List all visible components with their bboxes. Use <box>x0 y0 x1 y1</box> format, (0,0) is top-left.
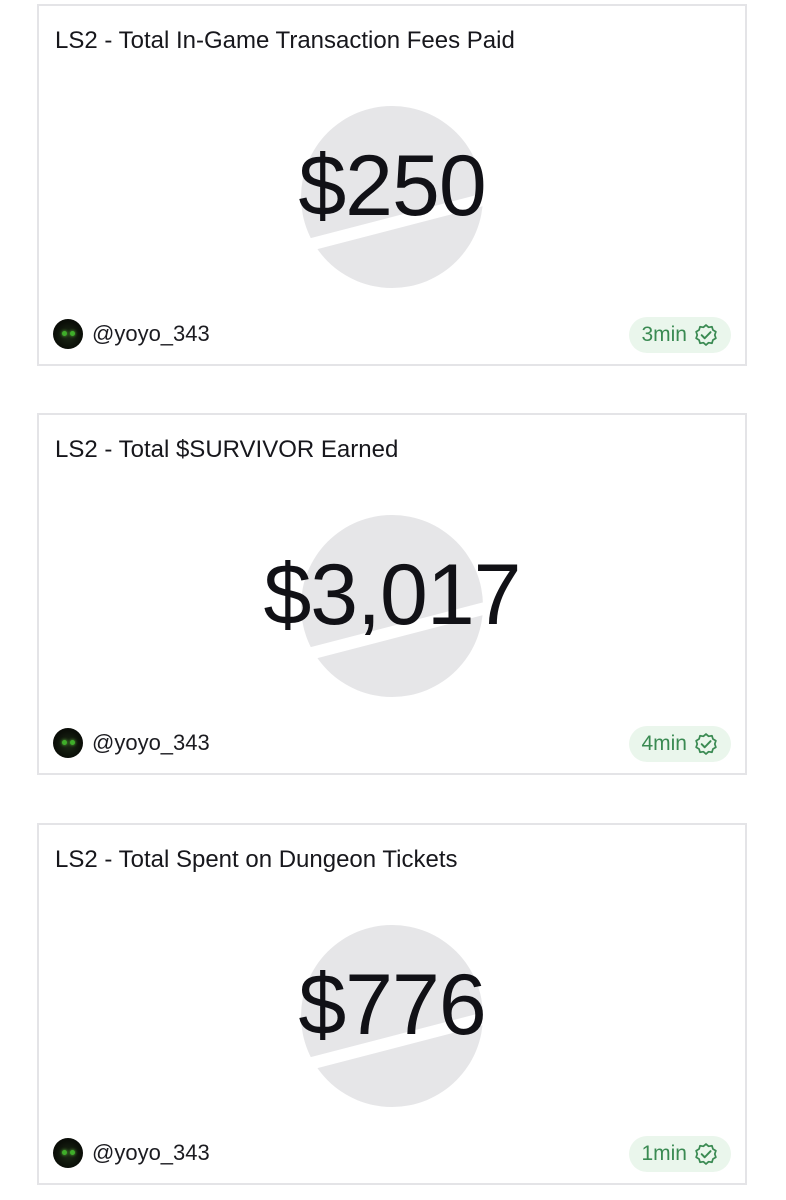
card-value: $250 <box>298 138 486 234</box>
card-title: LS2 - Total In-Game Transaction Fees Pai… <box>55 27 515 54</box>
author-name: @yoyo_343 <box>92 730 210 755</box>
card-title: LS2 - Total $SURVIVOR Earned <box>55 436 399 463</box>
time-label: 1min <box>641 1142 687 1165</box>
avatar <box>53 319 83 349</box>
card-title: LS2 - Total Spent on Dungeon Tickets <box>55 846 458 873</box>
verified-check-icon <box>695 324 717 346</box>
card-value: $776 <box>298 957 486 1053</box>
counter-card[interactable]: LS2 - Total Spent on Dungeon Tickets $77… <box>37 823 747 1185</box>
avatar <box>53 728 83 758</box>
verified-check-icon <box>695 733 717 755</box>
verified-check-icon <box>695 1143 717 1165</box>
author-name: @yoyo_343 <box>92 1140 210 1165</box>
time-label: 3min <box>641 323 687 346</box>
time-badge: 3min <box>629 317 731 353</box>
avatar <box>53 1138 83 1168</box>
time-badge: 4min <box>629 726 731 762</box>
author-link[interactable]: @yoyo_343 <box>53 318 210 350</box>
card-value: $3,017 <box>263 547 521 643</box>
author-link[interactable]: @yoyo_343 <box>53 1137 210 1169</box>
counter-card[interactable]: LS2 - Total $SURVIVOR Earned $3,017 @yoy… <box>37 413 747 775</box>
time-badge: 1min <box>629 1136 731 1172</box>
author-link[interactable]: @yoyo_343 <box>53 727 210 759</box>
time-label: 4min <box>641 732 687 755</box>
author-name: @yoyo_343 <box>92 321 210 346</box>
counter-card[interactable]: LS2 - Total In-Game Transaction Fees Pai… <box>37 4 747 366</box>
